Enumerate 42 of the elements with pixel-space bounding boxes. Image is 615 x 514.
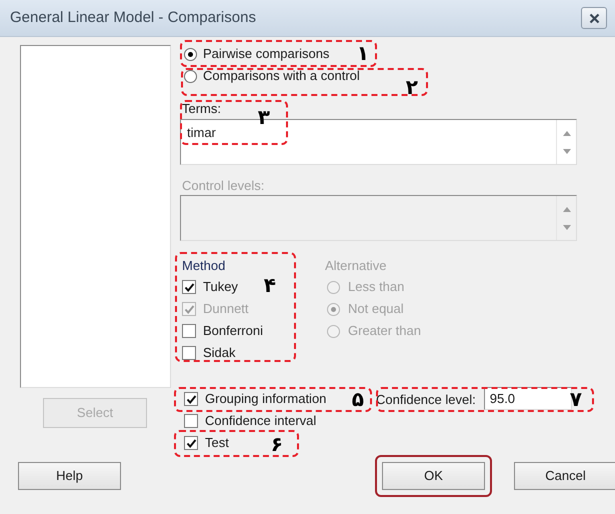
control-levels-field[interactable] xyxy=(180,195,577,241)
annotation-number: ۵ xyxy=(352,388,364,410)
control-levels-label: Control levels: xyxy=(181,177,266,193)
window-title: General Linear Model - Comparisons xyxy=(10,8,256,28)
checkbox-label: Grouping information xyxy=(205,390,326,408)
checkbox-label: Tukey xyxy=(203,278,238,296)
radio-label: Comparisons with a control xyxy=(203,67,360,86)
checkbox-label: Sidak xyxy=(203,344,236,362)
dialog-button[interactable]: Help xyxy=(18,462,121,490)
checkbox[interactable] xyxy=(182,280,196,294)
alternative-label: Alternative xyxy=(325,257,388,275)
checkbox[interactable] xyxy=(182,346,196,360)
scroll-down-icon[interactable] xyxy=(562,148,570,154)
checkbox[interactable] xyxy=(184,436,198,450)
confidence-level-label: Confidence level: xyxy=(376,391,476,409)
checkbox-label: Dunnett xyxy=(203,300,249,318)
radio-label: Not equal xyxy=(348,300,404,318)
dialog-button[interactable]: OK xyxy=(382,462,485,490)
checkbox-label: Test xyxy=(205,434,229,452)
checkbox[interactable] xyxy=(184,392,198,406)
checkbox-label: Confidence interval xyxy=(205,412,316,430)
radio-label: Greater than xyxy=(348,322,421,340)
checkbox[interactable] xyxy=(184,414,198,428)
annotation-number: ۷ xyxy=(570,388,582,410)
radio-button[interactable] xyxy=(184,70,197,82)
annotation-number: ۴ xyxy=(264,274,276,296)
dialog-button[interactable]: Cancel xyxy=(514,462,615,490)
annotation-number: ۶ xyxy=(270,433,283,455)
scroll-down-icon[interactable] xyxy=(562,224,570,230)
close-icon xyxy=(588,12,600,24)
scroll-up-icon[interactable] xyxy=(562,206,570,212)
annotation-number: ۱ xyxy=(356,42,369,64)
scroll-up-icon[interactable] xyxy=(562,130,570,136)
checkbox[interactable] xyxy=(182,324,196,338)
radio-label: Less than xyxy=(348,278,404,296)
radio-button[interactable] xyxy=(184,48,197,60)
checkbox-label: Bonferroni xyxy=(203,322,263,340)
annotation-number: ۲ xyxy=(406,76,418,98)
radio-label: Pairwise comparisons xyxy=(203,45,330,64)
close-button[interactable] xyxy=(581,7,607,29)
terms-label: Terms: xyxy=(181,100,222,116)
method-label: Method xyxy=(182,257,226,275)
